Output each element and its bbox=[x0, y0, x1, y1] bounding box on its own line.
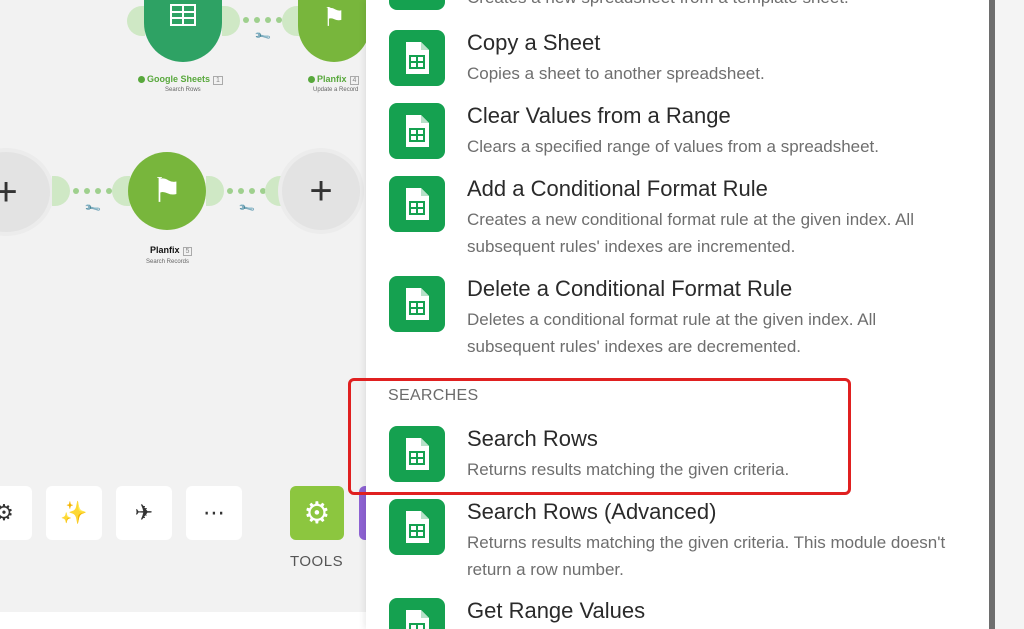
planfix-module[interactable]: ⚑ bbox=[298, 0, 370, 62]
spreadsheet-icon bbox=[170, 3, 196, 31]
route-link[interactable] bbox=[243, 17, 282, 23]
wrench-icon[interactable]: 🔧 bbox=[254, 27, 272, 46]
google-sheets-module[interactable] bbox=[144, 0, 222, 62]
magic-wand-icon: ✨ bbox=[60, 500, 88, 525]
tools-button[interactable]: ⚙ bbox=[290, 486, 344, 540]
item-description: Creates a new conditional format rule at… bbox=[467, 210, 914, 256]
item-title: Copy a Sheet bbox=[467, 30, 601, 55]
item-title: Search Rows (Advanced) bbox=[467, 499, 717, 524]
plus-icon: + bbox=[0, 170, 18, 214]
connector-stub bbox=[52, 176, 70, 206]
list-item[interactable]: Add a Conditional Format Rule Creates a n… bbox=[389, 176, 947, 260]
google-sheets-icon bbox=[389, 30, 445, 86]
item-description: Clears a specified range of values from … bbox=[467, 137, 880, 156]
status-dot-icon bbox=[308, 76, 315, 83]
flow-button[interactable]: ✈ bbox=[116, 486, 172, 540]
connector-stub bbox=[222, 6, 240, 36]
module-name: Planfix bbox=[317, 74, 347, 84]
route-link[interactable] bbox=[73, 188, 112, 194]
planfix-module[interactable]: ⚑ bbox=[128, 152, 206, 230]
wrench-icon[interactable]: 🔧 bbox=[84, 199, 102, 218]
module-badge: 4 bbox=[349, 76, 360, 85]
list-item[interactable]: Copy a Sheet Copies a sheet to another sp… bbox=[389, 30, 947, 87]
scenario-canvas[interactable]: 🔧 ⚑ Google Sheets 1 Search Rows Planfix 4 … bbox=[0, 0, 370, 629]
connector-stub bbox=[206, 176, 224, 206]
list-item[interactable]: Delete a Conditional Format Rule Deletes … bbox=[389, 276, 947, 360]
item-description: Copies a sheet to another spreadsheet. bbox=[467, 64, 765, 83]
module-name: Google Sheets bbox=[147, 74, 211, 84]
highlight-box bbox=[348, 378, 851, 495]
gear-icon: ⚙ bbox=[0, 500, 14, 525]
google-sheets-icon bbox=[389, 499, 445, 555]
list-item[interactable]: Get Range Values bbox=[389, 598, 645, 629]
status-dot-icon bbox=[138, 76, 145, 83]
plus-icon: + bbox=[309, 169, 333, 213]
item-title: Clear Values from a Range bbox=[467, 103, 731, 128]
module-badge: 5 bbox=[182, 247, 193, 256]
list-item[interactable]: Clear Values from a Range Clears a specif… bbox=[389, 103, 947, 160]
module-name: Planfix bbox=[150, 245, 180, 255]
more-button[interactable]: ⋯ bbox=[186, 486, 242, 540]
status-strip bbox=[0, 612, 370, 629]
module-picker-panel: Creates a new spreadsheet from a templat… bbox=[366, 0, 990, 629]
airplane-icon: ✈ bbox=[134, 500, 154, 525]
module-subtitle: Search Records bbox=[146, 259, 190, 265]
module-label: Google Sheets 1 bbox=[138, 74, 223, 85]
module-subtitle: Search Rows bbox=[165, 87, 201, 93]
flag-icon: ⚑ bbox=[322, 1, 346, 32]
module-badge: 1 bbox=[213, 76, 223, 85]
module-label: Planfix 4 bbox=[308, 74, 360, 85]
list-item[interactable]: Search Rows (Advanced) Returns results ma… bbox=[389, 499, 947, 583]
google-sheets-icon bbox=[389, 103, 445, 159]
item-description: Returns results matching the given crite… bbox=[467, 533, 946, 579]
route-link[interactable] bbox=[227, 188, 266, 194]
flag-icon: ⚑ bbox=[151, 172, 183, 210]
add-module-button[interactable]: + bbox=[282, 152, 360, 230]
google-sheets-icon bbox=[389, 0, 445, 10]
add-module-button[interactable]: + bbox=[0, 152, 50, 232]
google-sheets-icon bbox=[389, 598, 445, 629]
ellipsis-icon: ⋯ bbox=[203, 500, 225, 525]
settings-button[interactable]: ⚙ bbox=[0, 486, 32, 540]
connector-stub bbox=[265, 176, 283, 206]
module-subtitle: Update a Record bbox=[313, 87, 359, 93]
auto-align-button[interactable]: ✨ bbox=[46, 486, 102, 540]
gear-icon: ⚙ bbox=[303, 496, 331, 530]
tools-label: TOOLS bbox=[290, 553, 344, 570]
google-sheets-icon bbox=[389, 176, 445, 232]
wrench-icon[interactable]: 🔧 bbox=[238, 199, 256, 218]
right-gutter bbox=[995, 0, 1024, 629]
item-title: Get Range Values bbox=[467, 598, 646, 623]
item-title: Add a Conditional Format Rule bbox=[467, 176, 768, 201]
item-description: Deletes a conditional format rule at the… bbox=[467, 310, 877, 356]
item-description: Creates a new spreadsheet from a templat… bbox=[467, 0, 947, 11]
module-label: Planfix 5 bbox=[150, 245, 193, 256]
connector-stub bbox=[127, 6, 145, 36]
list-item[interactable]: Creates a new spreadsheet from a templat… bbox=[389, 0, 947, 11]
google-sheets-icon bbox=[389, 276, 445, 332]
item-title: Delete a Conditional Format Rule bbox=[467, 276, 793, 301]
